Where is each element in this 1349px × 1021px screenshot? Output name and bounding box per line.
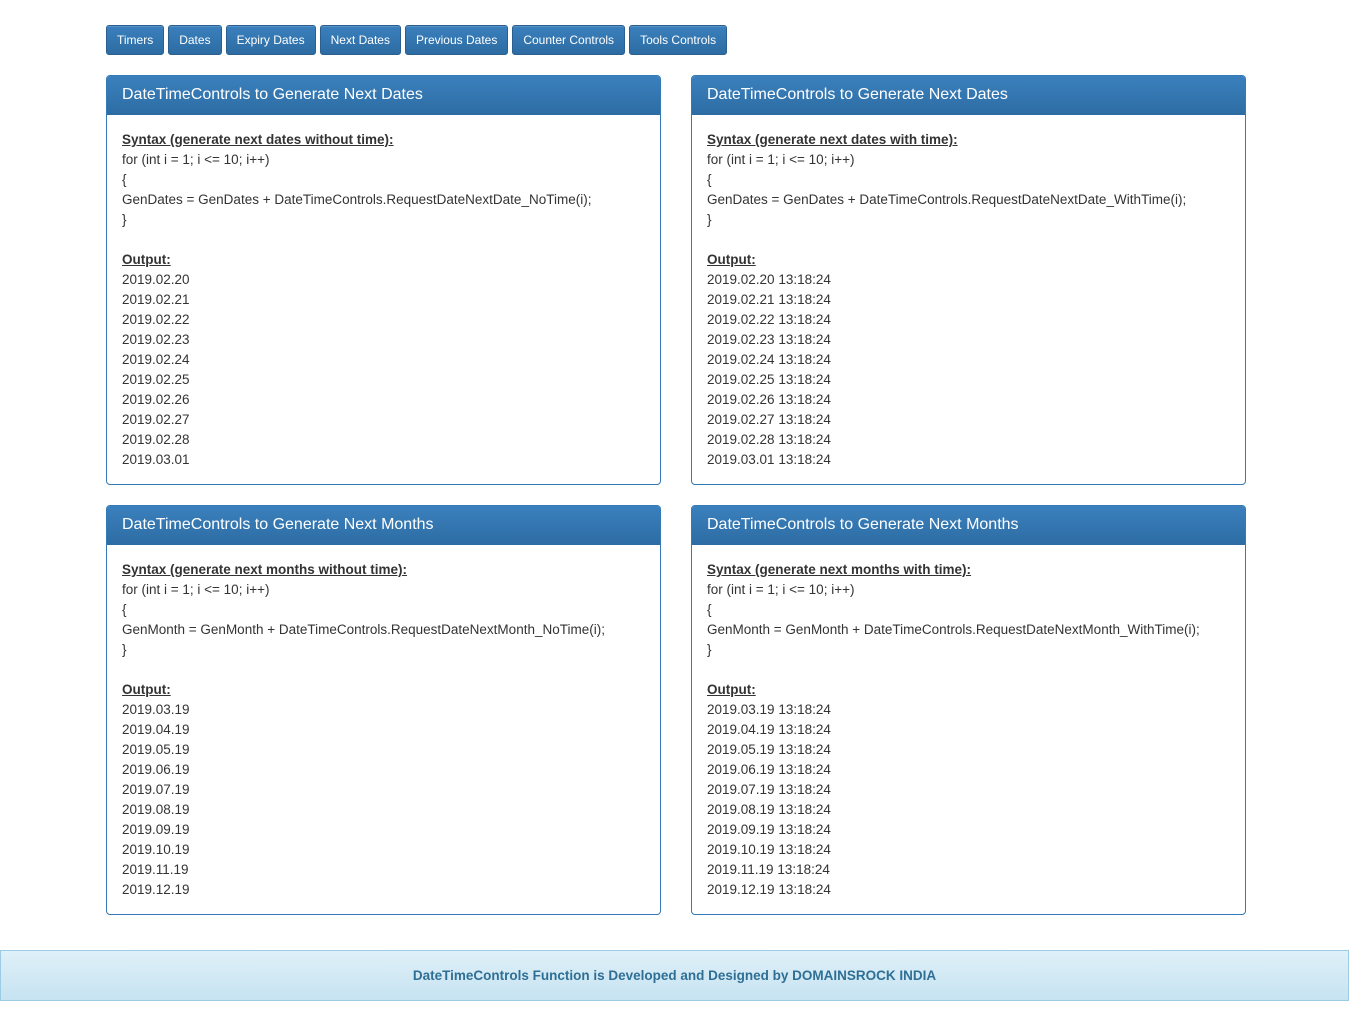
output-title: Output: (122, 252, 171, 267)
counter-controls-button[interactable]: Counter Controls (512, 25, 626, 55)
output-line: 2019.09.19 13:18:24 (707, 822, 831, 837)
output-line: 2019.07.19 (122, 782, 190, 797)
output-line: 2019.04.19 13:18:24 (707, 722, 831, 737)
code-line: for (int i = 1; i <= 10; i++) (707, 582, 855, 597)
code-line: } (122, 212, 127, 227)
output-title: Output: (122, 682, 171, 697)
panel-title: DateTimeControls to Generate Next Months (107, 506, 660, 545)
output-line: 2019.05.19 (122, 742, 190, 757)
output-line: 2019.06.19 (122, 762, 190, 777)
output-line: 2019.04.19 (122, 722, 190, 737)
output-line: 2019.02.24 13:18:24 (707, 352, 831, 367)
panel-title: DateTimeControls to Generate Next Dates (692, 76, 1245, 115)
code-line: GenDates = GenDates + DateTimeControls.R… (707, 192, 1187, 207)
code-line: } (707, 212, 712, 227)
code-line: for (int i = 1; i <= 10; i++) (707, 152, 855, 167)
output-line: 2019.02.25 (122, 372, 190, 387)
footer-credit: DateTimeControls Function is Developed a… (0, 950, 1349, 1001)
panel-title: DateTimeControls to Generate Next Months (692, 506, 1245, 545)
output-line: 2019.03.19 13:18:24 (707, 702, 831, 717)
panel-body: Syntax (generate next dates with time): … (692, 115, 1245, 477)
output-line: 2019.02.20 13:18:24 (707, 272, 831, 287)
code-line: GenMonth = GenMonth + DateTimeControls.R… (707, 622, 1200, 637)
output-line: 2019.02.21 13:18:24 (707, 292, 831, 307)
expiry-dates-button[interactable]: Expiry Dates (225, 25, 316, 55)
panel-body: Syntax (generate next months with time):… (692, 545, 1245, 907)
panel-next-months-with-time: DateTimeControls to Generate Next Months… (691, 505, 1246, 915)
output-line: 2019.02.20 (122, 272, 190, 287)
output-line: 2019.02.21 (122, 292, 190, 307)
output-line: 2019.10.19 13:18:24 (707, 842, 831, 857)
output-line: 2019.11.19 13:18:24 (707, 862, 830, 877)
panel-body: Syntax (generate next dates without time… (107, 115, 660, 477)
output-line: 2019.12.19 13:18:24 (707, 882, 831, 897)
output-line: 2019.08.19 13:18:24 (707, 802, 831, 817)
output-line: 2019.10.19 (122, 842, 190, 857)
code-line: } (122, 642, 127, 657)
output-line: 2019.02.22 (122, 312, 190, 327)
output-line: 2019.02.27 (122, 412, 190, 427)
output-line: 2019.02.28 (122, 432, 190, 447)
code-line: } (707, 642, 712, 657)
code-line: for (int i = 1; i <= 10; i++) (122, 152, 270, 167)
output-line: 2019.02.26 13:18:24 (707, 392, 831, 407)
panel-title: DateTimeControls to Generate Next Dates (107, 76, 660, 115)
tools-controls-button[interactable]: Tools Controls (629, 25, 728, 55)
code-line: { (122, 602, 127, 617)
code-line: { (707, 172, 712, 187)
output-title: Output: (707, 252, 756, 267)
output-line: 2019.05.19 13:18:24 (707, 742, 831, 757)
output-line: 2019.02.26 (122, 392, 190, 407)
next-dates-button[interactable]: Next Dates (319, 25, 401, 55)
panel-next-dates-no-time: DateTimeControls to Generate Next Dates … (106, 75, 661, 485)
code-line: { (707, 602, 712, 617)
code-line: { (122, 172, 127, 187)
output-line: 2019.08.19 (122, 802, 190, 817)
output-line: 2019.02.23 (122, 332, 190, 347)
output-line: 2019.09.19 (122, 822, 190, 837)
previous-dates-button[interactable]: Previous Dates (404, 25, 509, 55)
output-line: 2019.12.19 (122, 882, 190, 897)
output-line: 2019.06.19 13:18:24 (707, 762, 831, 777)
panel-body: Syntax (generate next months without tim… (107, 545, 660, 907)
syntax-title: Syntax (generate next months with time): (707, 562, 972, 577)
output-line: 2019.11.19 (122, 862, 189, 877)
code-line: for (int i = 1; i <= 10; i++) (122, 582, 270, 597)
output-line: 2019.03.19 (122, 702, 190, 717)
output-line: 2019.07.19 13:18:24 (707, 782, 831, 797)
output-line: 2019.02.27 13:18:24 (707, 412, 831, 427)
code-line: GenMonth = GenMonth + DateTimeControls.R… (122, 622, 605, 637)
output-line: 2019.03.01 (122, 452, 190, 467)
nav-bar: Timers Dates Expiry Dates Next Dates Pre… (106, 25, 728, 55)
syntax-title: Syntax (generate next dates with time): (707, 132, 958, 147)
timers-button[interactable]: Timers (106, 25, 165, 55)
code-line: GenDates = GenDates + DateTimeControls.R… (122, 192, 592, 207)
syntax-title: Syntax (generate next dates without time… (122, 132, 394, 147)
panel-next-dates-with-time: DateTimeControls to Generate Next Dates … (691, 75, 1246, 485)
output-title: Output: (707, 682, 756, 697)
output-line: 2019.02.22 13:18:24 (707, 312, 831, 327)
output-line: 2019.03.01 13:18:24 (707, 452, 831, 467)
panel-next-months-no-time: DateTimeControls to Generate Next Months… (106, 505, 661, 915)
output-line: 2019.02.28 13:18:24 (707, 432, 831, 447)
syntax-title: Syntax (generate next months without tim… (122, 562, 408, 577)
output-line: 2019.02.24 (122, 352, 190, 367)
output-line: 2019.02.25 13:18:24 (707, 372, 831, 387)
output-line: 2019.02.23 13:18:24 (707, 332, 831, 347)
dates-button[interactable]: Dates (168, 25, 222, 55)
